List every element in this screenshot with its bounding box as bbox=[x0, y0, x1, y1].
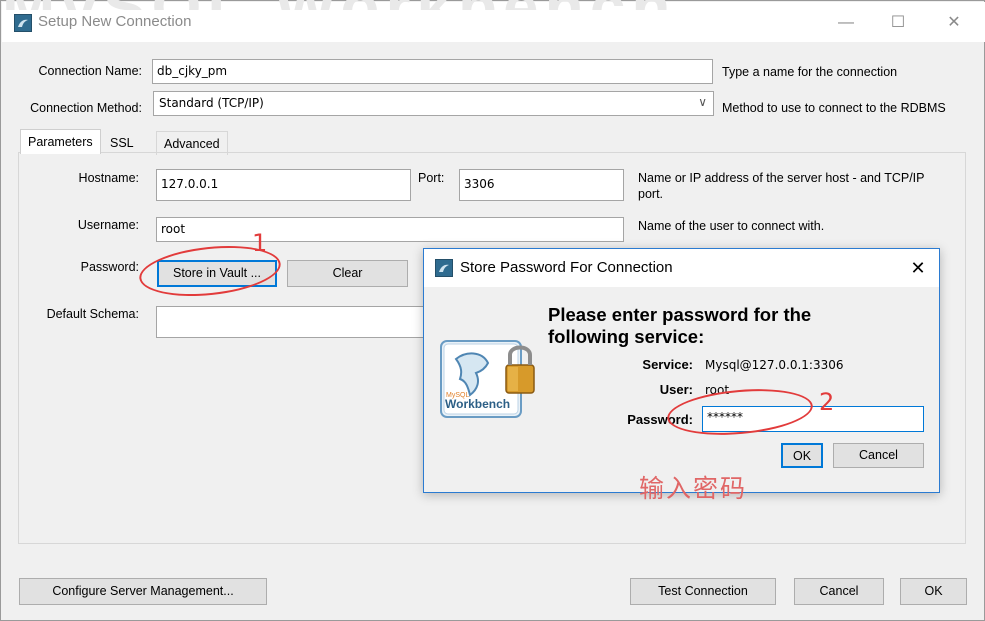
store-in-vault-button[interactable]: Store in Vault ... bbox=[157, 260, 277, 287]
maximize-button[interactable]: ☐ bbox=[883, 10, 913, 36]
hostname-label: Hostname: bbox=[78, 171, 139, 185]
connection-method-value: Standard (TCP/IP) bbox=[159, 96, 264, 110]
tab-ssl[interactable]: SSL bbox=[103, 131, 141, 155]
service-value: Mysql@127.0.0.1:3306 bbox=[705, 358, 844, 372]
title-bar[interactable]: MySQL Workbench Setup New Connection — ☐… bbox=[2, 0, 985, 42]
hostname-input[interactable]: 127.0.0.1 bbox=[156, 169, 411, 201]
minimize-button[interactable]: — bbox=[831, 10, 861, 36]
window-title: Setup New Connection bbox=[38, 13, 192, 30]
service-label: Service: bbox=[642, 357, 693, 372]
connection-name-label: Connection Name: bbox=[38, 64, 142, 78]
annotation-note: 输入密码 bbox=[639, 474, 748, 503]
annotation-number-1: 1 bbox=[252, 229, 268, 257]
configure-server-management-button[interactable]: Configure Server Management... bbox=[19, 578, 267, 605]
username-hint: Name of the user to connect with. bbox=[638, 219, 825, 233]
username-label: Username: bbox=[77, 218, 139, 232]
ok-button[interactable]: OK bbox=[900, 578, 967, 605]
dialog-heading-line2: following service: bbox=[548, 326, 705, 347]
workbench-app-icon bbox=[14, 14, 32, 32]
chevron-down-icon: ∨ bbox=[698, 95, 707, 109]
dialog-password-input[interactable]: ****** bbox=[702, 406, 924, 432]
dialog-user-label: User: bbox=[659, 382, 693, 397]
port-label: Port: bbox=[418, 171, 445, 185]
background-window-title: MySQL Workbench bbox=[2, 0, 985, 10]
close-button[interactable]: ✕ bbox=[939, 10, 969, 36]
dialog-password-label: Password: bbox=[627, 412, 693, 427]
connection-method-select[interactable]: Standard (TCP/IP) ∨ bbox=[153, 91, 714, 116]
tab-advanced[interactable]: Advanced bbox=[156, 131, 228, 155]
workbench-lock-logo: MySQL Workbench bbox=[438, 337, 538, 437]
dialog-ok-button[interactable]: OK bbox=[781, 443, 823, 468]
password-label: Password: bbox=[80, 260, 139, 274]
hostname-hint: Name or IP address of the server host - … bbox=[638, 171, 925, 201]
default-schema-label: Default Schema: bbox=[46, 307, 139, 321]
dialog-heading-line1: Please enter password for the bbox=[548, 304, 812, 325]
connection-name-hint: Type a name for the connection bbox=[722, 65, 898, 79]
store-password-dialog: Store Password For Connection ✕ MySQL Wo… bbox=[423, 248, 940, 503]
dialog-close-icon[interactable]: ✕ bbox=[905, 255, 931, 281]
username-input[interactable]: root bbox=[156, 217, 624, 242]
connection-method-label: Connection Method: bbox=[30, 101, 142, 115]
workbench-dialog-icon bbox=[435, 259, 453, 277]
connection-name-input[interactable]: db_cjky_pm bbox=[152, 59, 713, 84]
connection-method-hint: Method to use to connect to the RDBMS bbox=[722, 101, 946, 115]
annotation-number-2: 2 bbox=[819, 388, 835, 416]
dialog-title-bar[interactable]: Store Password For Connection ✕ bbox=[424, 249, 939, 287]
dialog-user-value: root bbox=[705, 383, 730, 397]
cancel-button[interactable]: Cancel bbox=[794, 578, 884, 605]
tab-parameters[interactable]: Parameters bbox=[20, 129, 101, 154]
dialog-cancel-button[interactable]: Cancel bbox=[833, 443, 924, 468]
default-schema-input[interactable] bbox=[156, 306, 426, 338]
test-connection-button[interactable]: Test Connection bbox=[630, 578, 776, 605]
dialog-title: Store Password For Connection bbox=[460, 259, 673, 276]
port-input[interactable]: 3306 bbox=[459, 169, 624, 201]
logo-text: Workbench bbox=[445, 397, 510, 411]
clear-password-button[interactable]: Clear bbox=[287, 260, 408, 287]
